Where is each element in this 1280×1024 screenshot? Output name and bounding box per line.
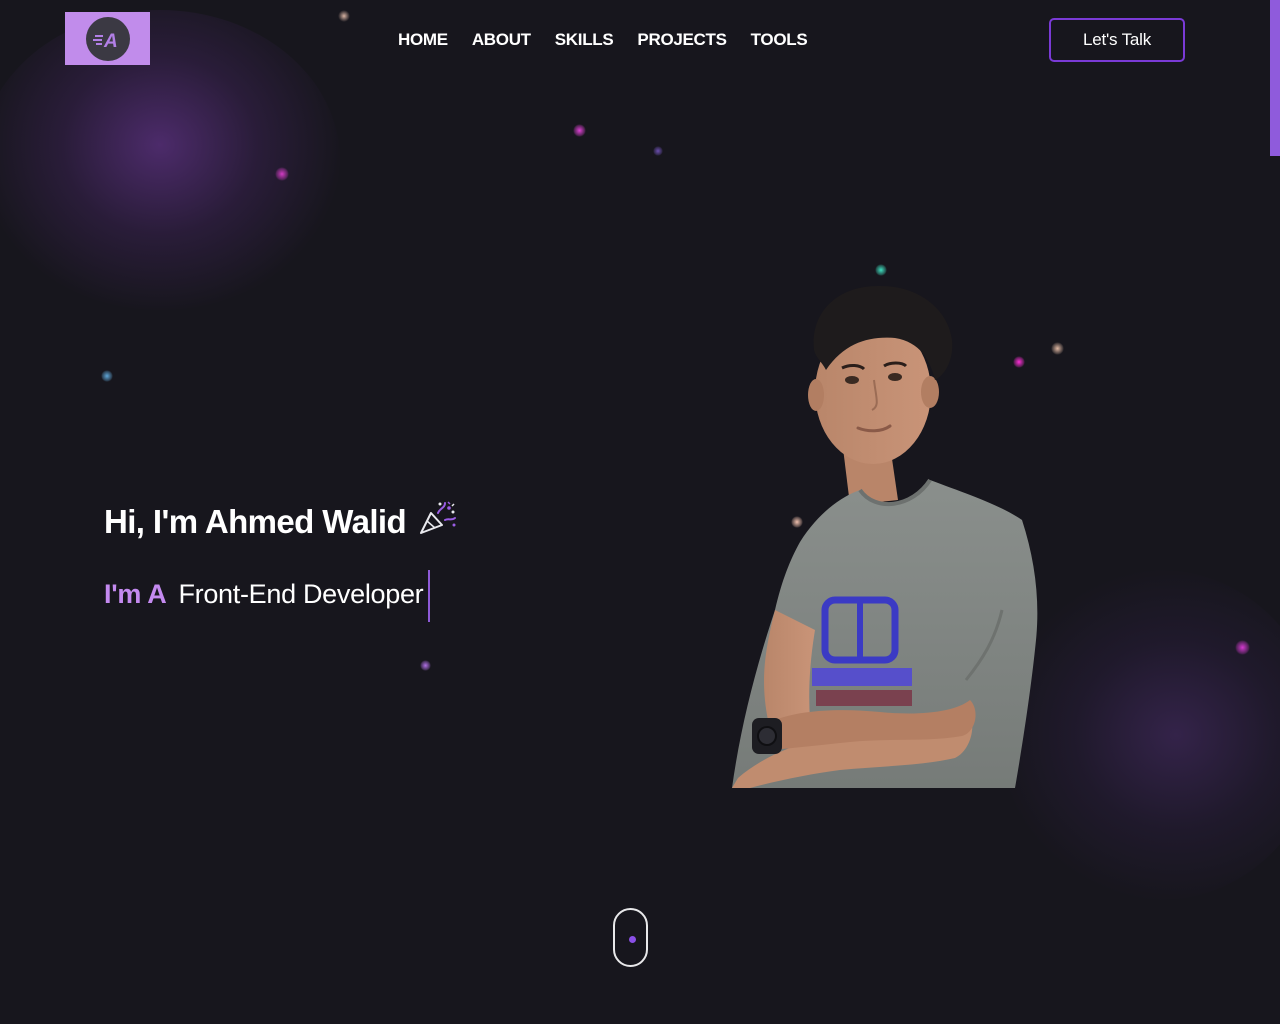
portfolio-page: A HOME ABOUT SKILLS PROJECTS TOOLS Let's… (0, 0, 1280, 1024)
ambient-glow-bottom-right (1000, 570, 1280, 900)
nav-item-skills[interactable]: SKILLS (555, 30, 614, 50)
hero-greeting: Hi, I'm Ahmed Walid (104, 500, 458, 544)
logo-letter: A (103, 31, 118, 50)
particle-dot (101, 370, 113, 382)
page-scrollbar[interactable] (1270, 0, 1280, 156)
particle-dot (875, 264, 887, 276)
particle-dot (573, 124, 586, 137)
logo-a-icon: A (85, 16, 130, 61)
party-popper-icon (418, 500, 458, 544)
hero-greeting-text: Hi, I'm Ahmed Walid (104, 503, 407, 540)
shirt-logo (812, 596, 912, 706)
particle-dot (338, 10, 350, 22)
logo[interactable]: A (65, 12, 150, 65)
particle-dot (1235, 640, 1250, 655)
particle-dot (420, 660, 431, 671)
particle-dot (653, 146, 663, 156)
portrait-photo (732, 285, 1038, 788)
nav-item-home[interactable]: HOME (398, 30, 448, 50)
nav-item-tools[interactable]: TOOLS (751, 30, 808, 50)
nav-item-projects[interactable]: PROJECTS (637, 30, 727, 50)
particle-dot (1051, 342, 1064, 355)
ambient-glow-top-left (0, 10, 340, 310)
typing-caret (428, 570, 431, 622)
lets-talk-button[interactable]: Let's Talk (1049, 18, 1185, 62)
typed-role: Front-End Developer (178, 578, 424, 609)
particle-dot (275, 167, 289, 181)
logo-speed-lines-icon: A (92, 31, 118, 50)
mouse-scroll-icon[interactable] (613, 908, 648, 967)
hero-role-line: I'm A Front-End Developer (104, 568, 431, 622)
role-prefix: I'm A (104, 578, 167, 609)
mouse-wheel-dot (629, 936, 636, 943)
main-nav: HOME ABOUT SKILLS PROJECTS TOOLS (398, 30, 831, 50)
nav-item-about[interactable]: ABOUT (472, 30, 531, 50)
